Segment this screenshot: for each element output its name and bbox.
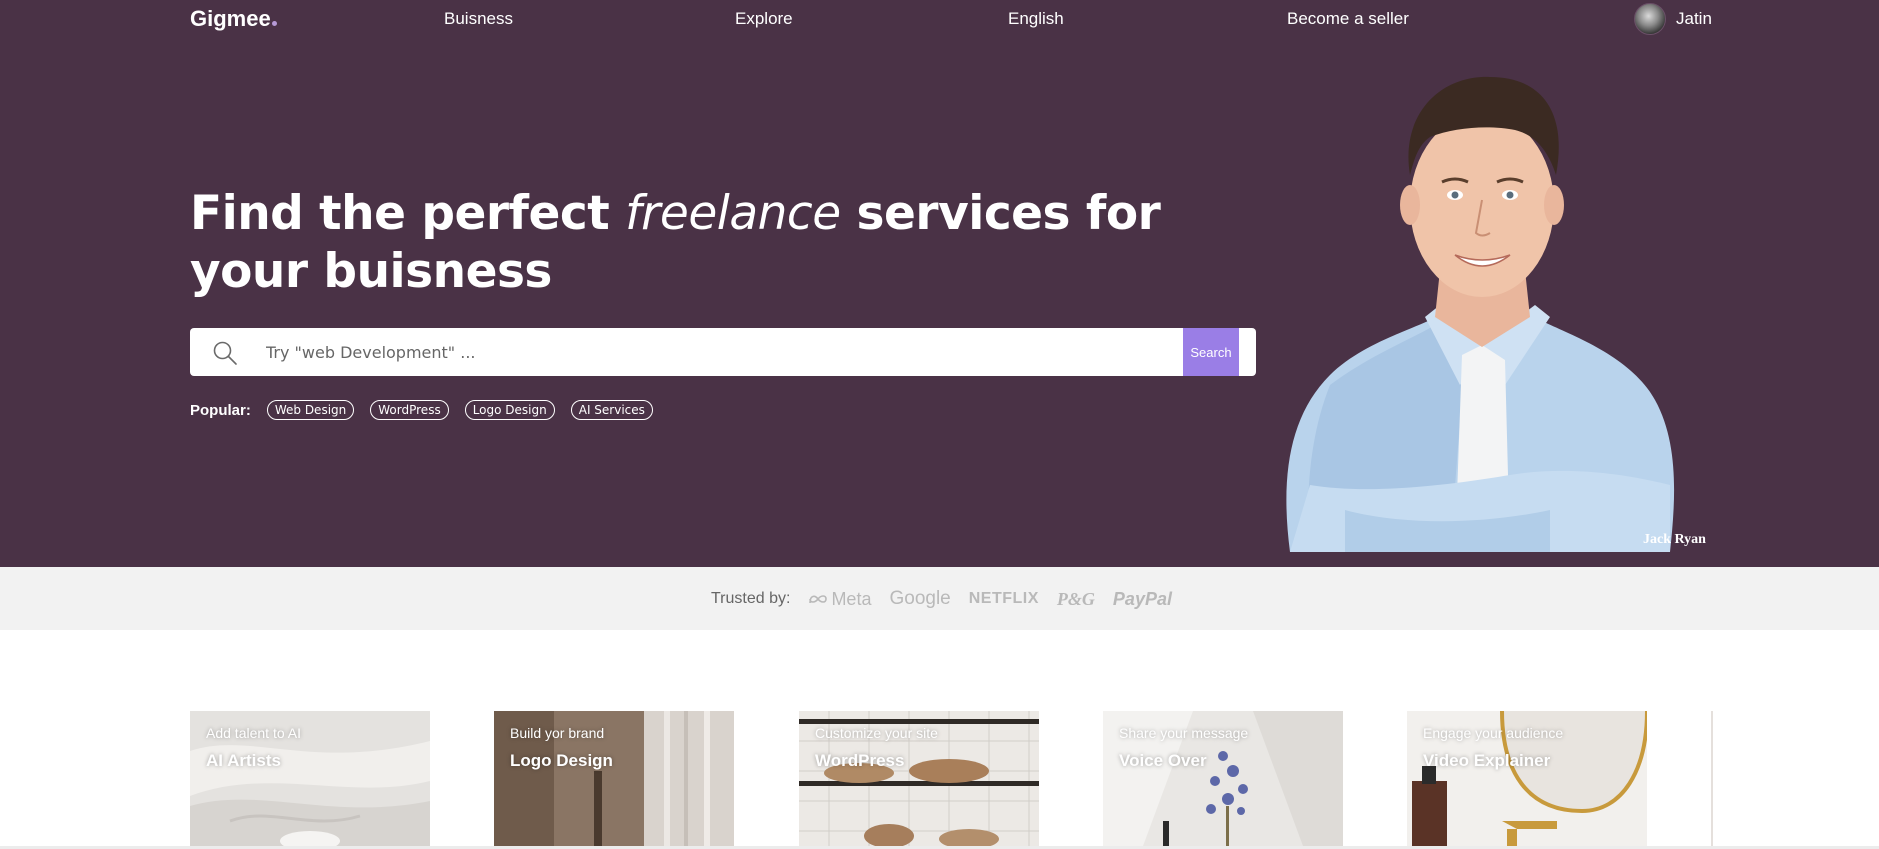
card-subtitle: Engage your audience: [1423, 725, 1564, 741]
brand-google: Google: [889, 588, 951, 609]
top-navigation: Gigmee Buisness Explore English Become a…: [0, 0, 1879, 40]
logo-text: Gigmee: [190, 6, 271, 31]
search-input[interactable]: [266, 328, 1256, 376]
popular-tag-logo-design[interactable]: Logo Design: [464, 400, 555, 420]
brand-netflix: NETFLIX: [968, 590, 1039, 607]
popular-tag-web-design[interactable]: Web Design: [266, 400, 355, 420]
category-card-voice-over[interactable]: Share your message Voice Over: [1103, 711, 1343, 846]
search-icon: [213, 341, 237, 365]
card-title: Video Explainer: [1423, 751, 1551, 770]
search-bar: Search: [190, 328, 1256, 376]
category-card-wordpress[interactable]: Customize your site WordPress: [799, 711, 1039, 846]
meta-logo-icon: [809, 595, 828, 604]
category-cards: Add talent to AI AI Artists Build yor br…: [190, 711, 1710, 846]
card-subtitle: Build yor brand: [510, 725, 605, 741]
hero-section: Gigmee Buisness Explore English Become a…: [0, 0, 1879, 567]
trusted-label: Trusted by:: [711, 590, 791, 607]
card-subtitle: Customize your site: [815, 725, 938, 741]
logo-dot: [271, 21, 277, 26]
brand-pg: P&G: [1056, 588, 1095, 609]
card-title: WordPress: [815, 751, 905, 770]
avatar[interactable]: [1634, 3, 1666, 35]
brand-meta-text: Meta: [831, 588, 872, 609]
nav-link-language[interactable]: English: [1008, 9, 1064, 29]
popular-tag-wordpress[interactable]: WordPress: [370, 400, 449, 420]
trusted-by-row: Trusted by: Meta Google NETFLIX P&G PayP…: [711, 588, 1172, 610]
category-card-logo-design[interactable]: Build yor brand Logo Design: [494, 711, 734, 846]
person-caption: Jack Ryan: [1643, 532, 1706, 547]
card-title: Logo Design: [510, 751, 613, 770]
hero-person-image: [1286, 76, 1675, 552]
nav-link-explore[interactable]: Explore: [735, 9, 793, 29]
popular-searches: Popular: Web Design WordPress Logo Desig…: [190, 400, 653, 420]
user-menu[interactable]: Jatin: [1634, 3, 1712, 35]
next-card-edge: [1711, 711, 1713, 846]
brand-meta: Meta: [808, 589, 871, 610]
hero-headline: Find the perfect freelance services for …: [190, 185, 1190, 301]
search-button[interactable]: Search: [1183, 328, 1239, 376]
popular-tag-ai-services[interactable]: AI Services: [570, 400, 653, 420]
popular-label: Popular:: [190, 401, 251, 419]
user-name: Jatin: [1676, 9, 1712, 28]
nav-link-become-seller[interactable]: Become a seller: [1287, 9, 1409, 29]
trusted-by-bar: Trusted by: Meta Google NETFLIX P&G PayP…: [0, 567, 1879, 630]
card-subtitle: Add talent to AI: [206, 725, 301, 741]
card-title: Voice Over: [1119, 751, 1207, 770]
brand-paypal: PayPal: [1112, 588, 1172, 609]
nav-link-business[interactable]: Buisness: [444, 9, 513, 29]
category-card-video-explainer[interactable]: Engage your audience Video Explainer: [1407, 711, 1647, 846]
card-title: AI Artists: [206, 751, 281, 770]
headline-emphasis: freelance: [625, 186, 841, 241]
site-logo[interactable]: Gigmee: [190, 6, 277, 32]
category-card-ai-artists[interactable]: Add talent to AI AI Artists: [190, 711, 430, 846]
headline-part-1: Find the perfect: [190, 186, 626, 241]
card-subtitle: Share your message: [1119, 725, 1249, 741]
